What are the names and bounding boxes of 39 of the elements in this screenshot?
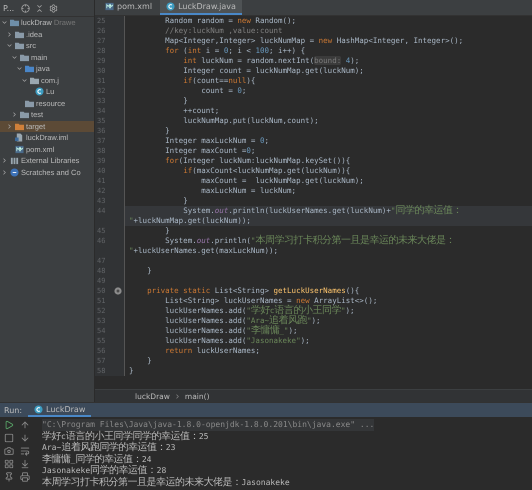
scroll-to-end-icon[interactable]	[20, 459, 30, 469]
maven-file-icon	[105, 2, 114, 11]
scratch-icon	[10, 168, 19, 177]
excluded-folder-icon	[15, 122, 24, 131]
pin-icon[interactable]	[4, 472, 14, 482]
folder-icon	[20, 110, 29, 120]
soft-wrap-icon[interactable]	[20, 446, 30, 456]
output-line: 学好c语言的小王同学同学的幸运值：25	[42, 430, 208, 442]
file-icon	[15, 133, 24, 142]
project-panel-title[interactable]: P...	[3, 4, 14, 12]
locate-icon[interactable]	[21, 4, 30, 12]
class-icon	[35, 87, 44, 96]
run-panel-label: Run:	[4, 406, 22, 414]
library-icon	[10, 156, 19, 166]
up-arrow-icon[interactable]	[20, 420, 30, 430]
class-icon	[34, 404, 44, 414]
maven-file-icon	[15, 144, 24, 154]
settings-icon[interactable]	[49, 4, 58, 12]
package-icon	[30, 76, 39, 85]
print-icon[interactable]	[20, 472, 30, 482]
source-folder-icon	[25, 64, 34, 74]
gutter-marker-icon[interactable]	[114, 287, 122, 295]
output-line: 李慵慵_同学的幸运值：24	[42, 454, 152, 464]
separator-icon	[174, 392, 181, 400]
collapse-all-icon[interactable]	[35, 4, 44, 12]
editor-tab[interactable]: pom.xml	[99, 0, 158, 15]
resources-folder-icon	[25, 98, 34, 108]
camera-icon[interactable]	[4, 446, 14, 456]
run-icon[interactable]	[4, 420, 14, 430]
output-line: 本周学习打卡积分第一且是幸运的未来大佬是：Jasonakeke	[42, 476, 290, 488]
class-icon	[166, 2, 176, 11]
output-line: Ara~追着风跑同学的幸运值：23	[42, 442, 176, 454]
run-tab[interactable]: LuckDraw	[28, 403, 92, 417]
stop-icon[interactable]	[4, 433, 14, 443]
editor-tab[interactable]: LuckDraw.java	[160, 0, 242, 15]
module-folder-icon	[10, 18, 19, 28]
output-line: Jasonakeke同学的幸运值：28	[42, 465, 166, 476]
layout-icon[interactable]	[4, 459, 14, 469]
down-arrow-icon[interactable]	[20, 433, 30, 443]
